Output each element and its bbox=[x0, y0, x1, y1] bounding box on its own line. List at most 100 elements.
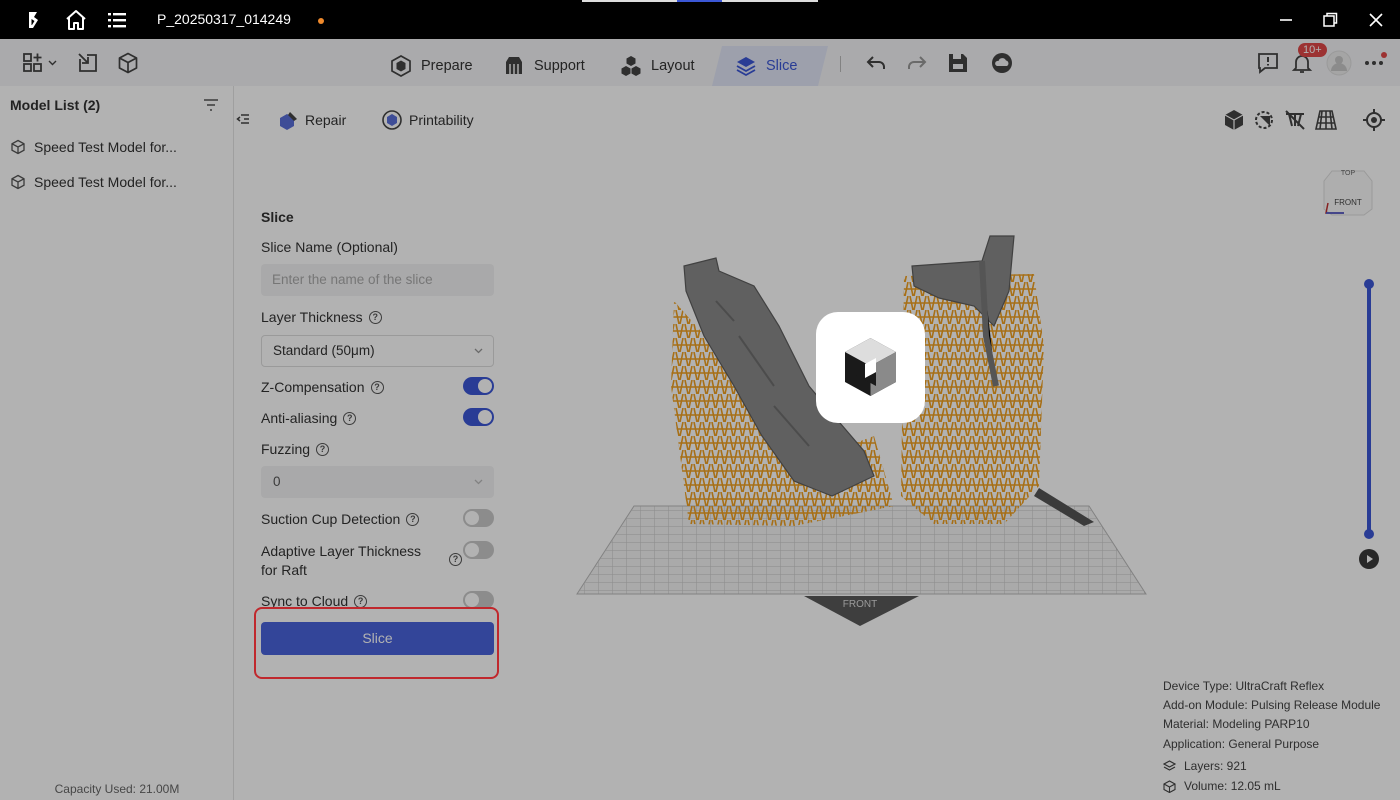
layer-slider[interactable] bbox=[1367, 284, 1371, 534]
filter-icon[interactable] bbox=[202, 96, 220, 114]
model-list-title: Model List (2) bbox=[10, 97, 101, 113]
fuzzing-value: 0 bbox=[273, 474, 281, 489]
chitubox-logo-icon[interactable] bbox=[22, 9, 44, 31]
collapse-icon bbox=[236, 114, 249, 124]
addon-module: Add-on Module: Pulsing Release Module bbox=[1163, 698, 1381, 712]
tab-prepare[interactable]: Prepare bbox=[389, 46, 473, 86]
play-icon bbox=[1367, 555, 1373, 563]
layer-slider-top-handle[interactable] bbox=[1364, 279, 1374, 289]
layer-thickness-value: Standard (50μm) bbox=[273, 343, 375, 358]
slice-name-label-text: Slice Name (Optional) bbox=[261, 239, 398, 255]
feedback-icon[interactable] bbox=[1256, 51, 1280, 75]
repair-label: Repair bbox=[305, 112, 347, 128]
locate-button[interactable] bbox=[1354, 100, 1394, 140]
anti-aliasing-toggle[interactable] bbox=[463, 408, 494, 426]
slice-panel: Slice Slice Name (Optional) Enter the na… bbox=[249, 195, 506, 667]
unsaved-indicator bbox=[318, 18, 324, 24]
repair-button[interactable]: Repair bbox=[265, 101, 359, 139]
notification-badge: 10+ bbox=[1298, 43, 1327, 57]
help-icon[interactable]: ? bbox=[406, 512, 420, 526]
model-cube-icon bbox=[11, 174, 25, 190]
help-icon[interactable]: ? bbox=[368, 310, 382, 324]
navigation-cube[interactable]: TOP FRONT bbox=[1322, 165, 1374, 217]
model-cube-icon[interactable] bbox=[116, 51, 140, 75]
model-name: Speed Test Model for... bbox=[34, 139, 177, 155]
front-marker-label: FRONT bbox=[843, 599, 877, 610]
printability-icon bbox=[382, 110, 402, 130]
z-compensation-label-text: Z-Compensation bbox=[261, 379, 365, 395]
volume-row: Volume: 12.05 mL bbox=[1163, 779, 1281, 793]
volume-icon bbox=[1163, 779, 1176, 793]
cube-front-label: FRONT bbox=[1334, 198, 1362, 207]
z-compensation-toggle[interactable] bbox=[463, 377, 494, 395]
slice-button-highlight bbox=[254, 607, 499, 679]
suction-cup-toggle[interactable] bbox=[463, 509, 494, 527]
tab-slice[interactable]: Slice bbox=[712, 46, 828, 86]
help-icon[interactable]: ? bbox=[316, 442, 330, 456]
play-button[interactable] bbox=[1359, 549, 1379, 569]
cloud-upload-icon[interactable] bbox=[990, 51, 1014, 75]
import-icon[interactable] bbox=[76, 51, 100, 75]
model-cube-icon bbox=[11, 139, 25, 155]
add-model-icon[interactable] bbox=[22, 51, 46, 75]
fuzzing-label-text: Fuzzing bbox=[261, 441, 311, 457]
avatar[interactable] bbox=[1326, 50, 1352, 76]
tab-support[interactable]: Support bbox=[502, 46, 585, 86]
layer-slider-bottom-handle[interactable] bbox=[1364, 529, 1374, 539]
list-item[interactable]: Speed Test Model for... bbox=[10, 137, 177, 157]
view-tools-group bbox=[1214, 100, 1346, 140]
home-icon[interactable] bbox=[64, 8, 88, 32]
hide-supports-icon[interactable] bbox=[1283, 108, 1307, 132]
list-item[interactable]: Speed Test Model for... bbox=[10, 172, 177, 192]
adaptive-layer-label: Adaptive Layer Thickness for Raft bbox=[261, 542, 447, 580]
application: Application: General Purpose bbox=[1163, 737, 1320, 751]
adaptive-layer-label-text: Adaptive Layer Thickness for Raft bbox=[261, 543, 422, 578]
slice-panel-title: Slice bbox=[261, 209, 294, 225]
layer-thickness-label: Layer Thickness ? bbox=[261, 309, 382, 325]
locate-icon bbox=[1363, 109, 1385, 131]
tab-slice-label: Slice bbox=[766, 58, 798, 74]
repair-icon bbox=[280, 112, 297, 130]
help-icon[interactable]: ? bbox=[354, 594, 368, 608]
view-cube-icon[interactable] bbox=[1222, 108, 1246, 132]
layers-value: Layers: 921 bbox=[1184, 759, 1247, 773]
chitubox-cube-logo-icon bbox=[845, 338, 896, 396]
restore-icon[interactable] bbox=[1320, 10, 1340, 30]
tab-prepare-label: Prepare bbox=[421, 58, 473, 74]
help-icon[interactable]: ? bbox=[343, 411, 357, 425]
layers-icon bbox=[1163, 759, 1176, 771]
tab-support-label: Support bbox=[534, 58, 585, 74]
chevron-down-icon[interactable] bbox=[48, 60, 57, 66]
volume-value: Volume: 12.05 mL bbox=[1184, 779, 1281, 793]
slice-name-placeholder: Enter the name of the slice bbox=[272, 272, 433, 287]
fuzzing-select[interactable]: 0 bbox=[261, 466, 494, 498]
chevron-down-icon bbox=[474, 479, 483, 485]
help-icon[interactable]: ? bbox=[449, 553, 462, 566]
collapse-sidebar-button[interactable] bbox=[234, 100, 252, 138]
slice-name-label: Slice Name (Optional) bbox=[261, 239, 398, 255]
tab-layout[interactable]: Layout bbox=[619, 46, 695, 86]
save-icon[interactable] bbox=[946, 51, 970, 75]
main-toolbar: Prepare Support Layout Slice 10+ bbox=[0, 39, 1400, 86]
suction-cup-label: Suction Cup Detection ? bbox=[261, 511, 420, 527]
printability-label: Printability bbox=[409, 112, 474, 128]
close-icon[interactable] bbox=[1366, 10, 1386, 30]
model-list-sidebar: Model List (2) Speed Test Model for... S… bbox=[0, 86, 234, 800]
minimize-icon[interactable] bbox=[1276, 10, 1296, 30]
layer-thickness-select[interactable]: Standard (50μm) bbox=[261, 335, 494, 367]
redo-icon[interactable] bbox=[905, 51, 929, 75]
title-bar: P_20250317_014249 bbox=[0, 0, 1400, 39]
adaptive-layer-toggle[interactable] bbox=[463, 541, 494, 559]
prepare-icon bbox=[391, 55, 411, 77]
capacity-used: Capacity Used: 21.00M bbox=[54, 782, 180, 796]
printability-button[interactable]: Printability bbox=[369, 101, 486, 139]
grid-plate-icon[interactable] bbox=[1314, 108, 1338, 132]
support-icon bbox=[506, 57, 522, 74]
tab-layout-label: Layout bbox=[651, 58, 695, 74]
undo-icon[interactable] bbox=[864, 51, 888, 75]
section-view-icon[interactable] bbox=[1252, 108, 1276, 132]
help-icon[interactable]: ? bbox=[370, 380, 384, 394]
slice-name-input[interactable]: Enter the name of the slice bbox=[261, 264, 494, 296]
menu-list-icon[interactable] bbox=[106, 9, 128, 31]
device-type: Device Type: UltraCraft Reflex bbox=[1163, 679, 1325, 693]
